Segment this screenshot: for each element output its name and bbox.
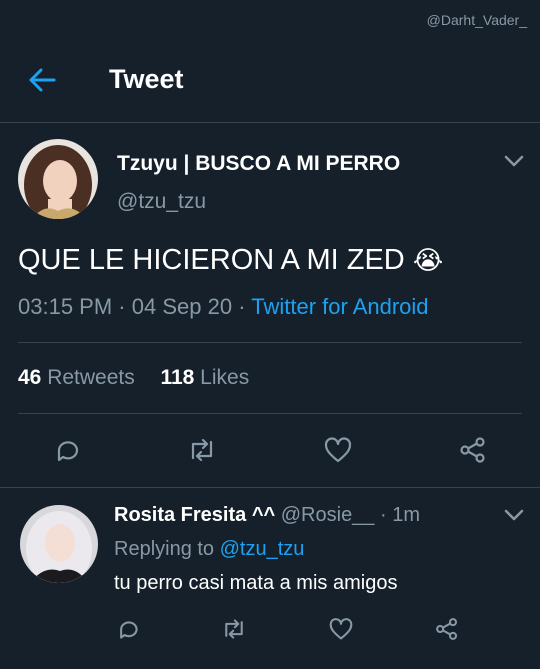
tweet-meta: 03:15 PM · 04 Sep 20 · Twitter for Andro… xyxy=(18,294,429,319)
retweet-icon[interactable] xyxy=(186,436,218,464)
author-avatar[interactable] xyxy=(18,139,98,219)
retweet-icon[interactable] xyxy=(220,617,248,641)
likes-stat[interactable]: 118 Likes xyxy=(160,366,249,389)
share-icon[interactable] xyxy=(458,436,488,464)
replying-to-line: Replying to @tzu_tzu xyxy=(114,538,305,560)
reply-author-handle: @Rosie__ xyxy=(280,504,375,526)
tweet-text: QUE LE HICIERON A MI ZED 😭 xyxy=(18,244,443,277)
divider xyxy=(18,342,522,343)
chevron-down-icon[interactable] xyxy=(503,154,525,168)
reply-author-name[interactable]: Rosita Fresita ^^ @Rosie__ · 1m xyxy=(114,504,420,527)
like-icon[interactable] xyxy=(328,617,354,641)
replying-to-link[interactable]: @tzu_tzu xyxy=(220,538,305,560)
reply-age: 1m xyxy=(392,504,421,526)
retweets-stat[interactable]: 46 Retweets xyxy=(18,366,135,389)
tweet-client-link[interactable]: Twitter for Android xyxy=(251,294,428,319)
author-name[interactable]: Tzuyu | BUSCO A MI PERRO xyxy=(117,152,400,176)
divider xyxy=(0,487,540,488)
watermark: @Darht_Vader_ xyxy=(426,12,527,28)
share-icon[interactable] xyxy=(434,617,460,641)
tweet-date: 04 Sep 20 xyxy=(131,294,233,319)
reply-icon[interactable] xyxy=(53,436,81,464)
chevron-down-icon[interactable] xyxy=(503,508,525,522)
page-title: Tweet xyxy=(109,64,184,94)
like-icon[interactable] xyxy=(323,436,353,464)
reply-text: tu perro casi mata a mis amigos xyxy=(114,572,398,594)
top-bar: Tweet xyxy=(0,38,540,123)
divider xyxy=(18,413,522,414)
back-arrow-icon[interactable] xyxy=(26,66,58,94)
reply-icon[interactable] xyxy=(116,617,140,641)
crying-emoji: 😭 xyxy=(412,245,444,275)
tweet-stats: 46 Retweets 118 Likes xyxy=(18,366,249,390)
reply-author-avatar[interactable] xyxy=(20,505,98,583)
tweet-text-content: QUE LE HICIERON A MI ZED xyxy=(18,244,405,276)
author-handle[interactable]: @tzu_tzu xyxy=(117,190,206,214)
tweet-time: 03:15 PM xyxy=(18,294,113,319)
